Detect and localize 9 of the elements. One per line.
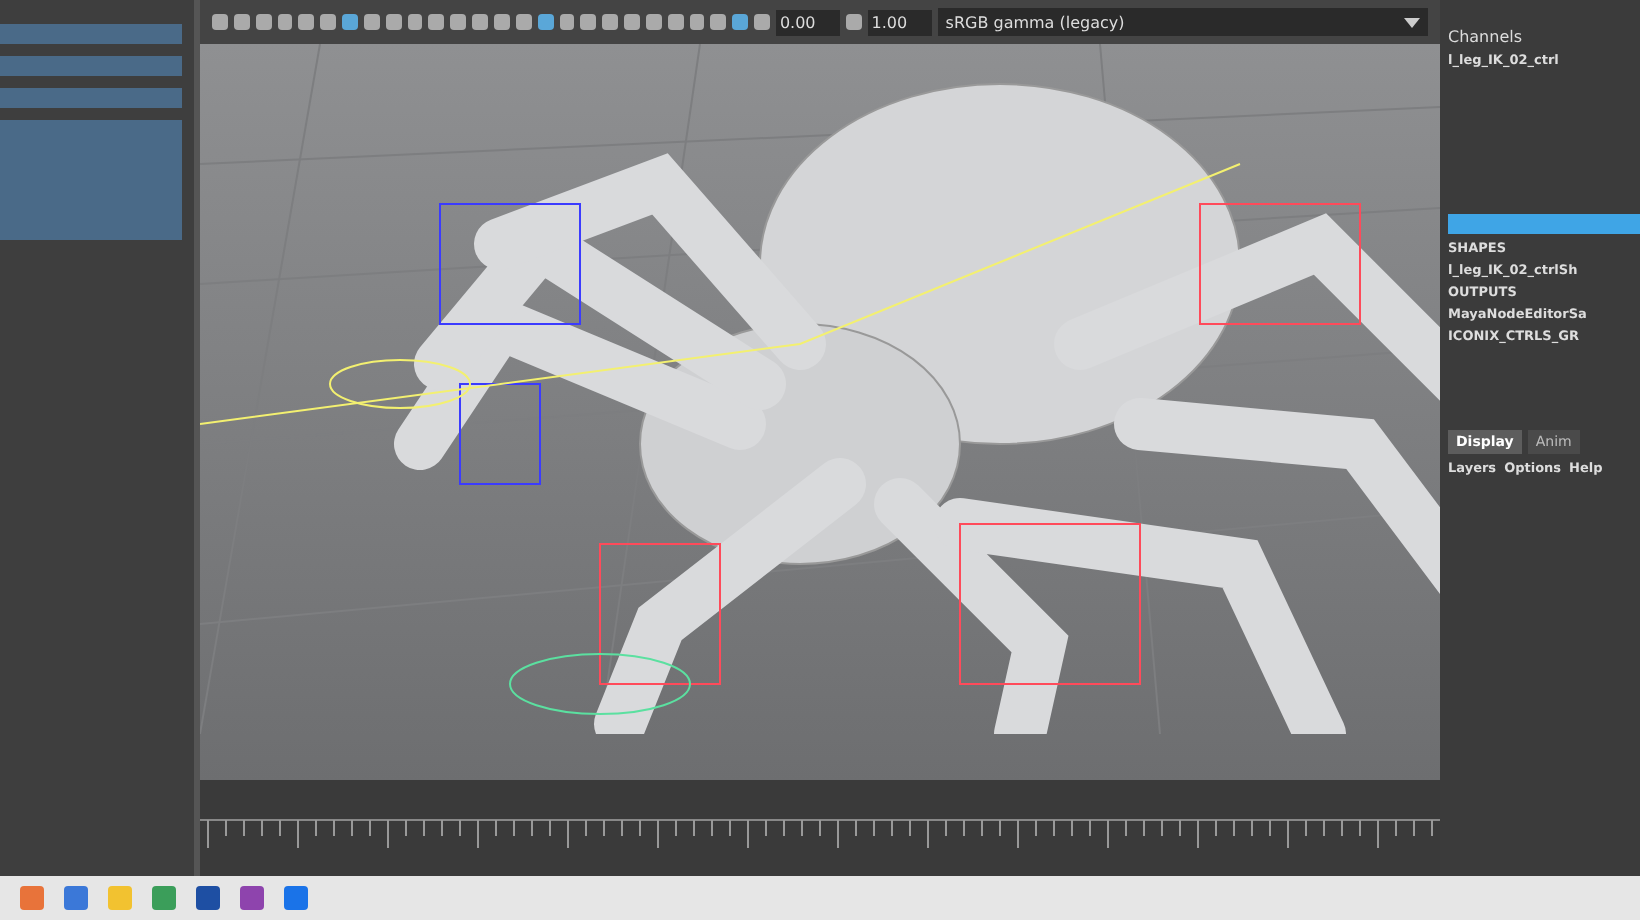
app-icon[interactable] bbox=[196, 886, 220, 910]
app-icon[interactable] bbox=[240, 886, 264, 910]
gamma-field[interactable]: 1.00 bbox=[867, 9, 932, 35]
timeline-panel[interactable] bbox=[200, 780, 1440, 876]
panel-title: Channels bbox=[1448, 28, 1525, 46]
color-space-dropdown[interactable]: sRGB gamma (legacy) bbox=[937, 8, 1429, 36]
caret-icon bbox=[1404, 17, 1421, 27]
exposure-field[interactable]: 0.00 bbox=[775, 9, 840, 35]
toolbar-icon[interactable] bbox=[845, 14, 862, 30]
